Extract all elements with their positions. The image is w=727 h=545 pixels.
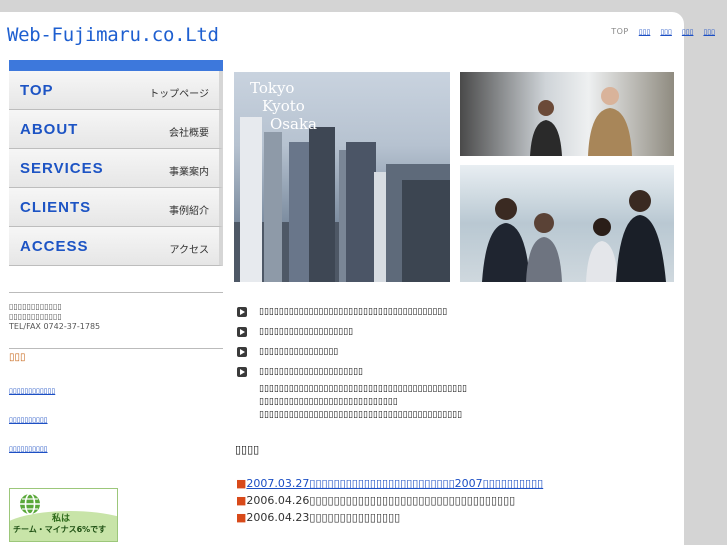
news-item: ■2006.04.26▯▯▯▯▯▯▯▯▯▯▯▯▯▯▯▯▯▯▯▯▯▯▯▯▯▯▯▯▯… (236, 492, 543, 509)
hero-city-photo: Tokyo Kyoto Osaka (234, 72, 450, 282)
menu-item-jp-label: トップページ (149, 89, 209, 100)
company-address: ▯▯▯▯▯▯▯▯▯▯▯▯ ▯▯▯▯▯▯▯▯▯▯▯▯ TEL/FAX 0742-3… (9, 292, 223, 332)
news-item[interactable]: ■2007.03.27▯▯▯▯▯▯▯▯▯▯▯▯▯▯▯▯▯▯▯▯▯▯▯▯2007▯… (236, 475, 543, 492)
play-arrow-icon (237, 347, 247, 357)
business-pair-graphic (530, 87, 632, 156)
topnav-link-1[interactable]: ▯▯▯ (639, 28, 651, 36)
news-date[interactable]: 2007.03.27 (246, 477, 309, 490)
menu-item-access[interactable]: ACCESS アクセス (9, 227, 223, 266)
news-item: ■2006.04.23▯▯▯▯▯▯▯▯▯▯▯▯▯▯▯ (236, 509, 543, 526)
news-date: 2006.04.26 (246, 494, 310, 507)
bullet-text: ▯▯▯▯▯▯▯▯▯▯▯▯▯▯▯▯▯▯▯▯▯▯▯▯▯▯▯▯▯▯▯▯▯▯▯▯▯▯ (259, 307, 448, 317)
side-menu: TOP トップページ ABOUT 会社概要 SERVICES 事業案内 CLIE… (9, 60, 223, 266)
menu-item-jp-label: 事例紹介 (169, 206, 209, 217)
paragraph-line: ▯▯▯▯▯▯▯▯▯▯▯▯▯▯▯▯▯▯▯▯▯▯▯▯▯▯▯▯ (259, 397, 398, 407)
play-arrow-icon (237, 327, 247, 337)
menu-item-services[interactable]: SERVICES 事業案内 (9, 149, 223, 188)
paragraph-line: ▯▯▯▯▯▯▯▯▯▯▯▯▯▯▯▯▯▯▯▯▯▯▯▯▯▯▯▯▯▯▯▯▯▯▯▯▯▯▯▯… (259, 384, 468, 394)
menu-item-en-label: SERVICES (20, 160, 104, 177)
news-marker-icon: ■ (236, 511, 247, 524)
bullet-text: ▯▯▯▯▯▯▯▯▯▯▯▯▯▯▯▯ (259, 347, 339, 357)
news-heading: ▯▯▯▯ (235, 443, 260, 456)
menu-item-en-label: TOP (20, 82, 54, 99)
menu-item-jp-label: 事業案内 (169, 167, 209, 178)
news-text: ▯▯▯▯▯▯▯▯▯▯▯▯▯▯▯ (309, 511, 401, 524)
side-section-title: ▯▯▯ (9, 348, 223, 363)
hero-caption-tokyo: Tokyo (250, 79, 295, 97)
menu-item-jp-label: アクセス (169, 245, 210, 256)
bullet-text: ▯▯▯▯▯▯▯▯▯▯▯▯▯▯▯▯▯▯▯▯▯ (259, 367, 364, 377)
menu-item-clients[interactable]: CLIENTS 事例紹介 (9, 188, 223, 227)
side-link-2[interactable]: ▯▯▯▯▯▯▯▯▯▯ (9, 416, 48, 424)
topnav-link-4[interactable]: ▯▯▯ (703, 28, 715, 36)
news-marker-icon: ■ (236, 494, 247, 507)
news-marker-icon: ■ (236, 477, 247, 490)
tel-fax: TEL/FAX 0742-37-1785 (9, 322, 101, 331)
banner-line-1: 私は (52, 514, 71, 524)
side-link-1[interactable]: ▯▯▯▯▯▯▯▯▯▯▯▯ (9, 387, 55, 395)
menu-item-top[interactable]: TOP トップページ (9, 71, 223, 110)
intro-paragraph: ▯▯▯▯▯▯▯▯▯▯▯▯▯▯▯▯▯▯▯▯▯▯▯▯▯▯▯▯▯▯▯▯▯▯▯▯▯▯▯▯… (259, 383, 467, 422)
news-text-link[interactable]: ▯▯▯▯▯▯▯▯▯▯▯▯▯▯▯▯▯▯▯▯▯▯▯▯2007▯▯▯▯▯▯▯▯▯▯ (309, 477, 543, 490)
business-people-photo-1 (460, 72, 674, 156)
hero-caption-osaka: Osaka (270, 115, 317, 133)
team-minus-6-banner[interactable]: 私は チーム・マイナス6%です (9, 488, 118, 542)
news-text: ▯▯▯▯▯▯▯▯▯▯▯▯▯▯▯▯▯▯▯▯▯▯▯▯▯▯▯▯▯▯▯▯▯▯ (309, 494, 516, 507)
address-line-1: ▯▯▯▯▯▯▯▯▯▯▯▯ (9, 302, 62, 311)
bullet-text: ▯▯▯▯▯▯▯▯▯▯▯▯▯▯▯▯▯▯▯ (259, 327, 354, 337)
top-navigation: TOP ▯▯▯ ▯▯▯ ▯▯▯ ▯▯▯ (611, 27, 715, 36)
topnav-link-2[interactable]: ▯▯▯ (660, 28, 672, 36)
topnav-link-3[interactable]: ▯▯▯ (682, 28, 694, 36)
business-people-photo-2 (460, 165, 674, 282)
news-date: 2006.04.23 (246, 511, 310, 524)
topnav-top-link[interactable]: TOP (611, 27, 629, 36)
news-list: ■2007.03.27▯▯▯▯▯▯▯▯▯▯▯▯▯▯▯▯▯▯▯▯▯▯▯▯2007▯… (236, 475, 543, 526)
menu-item-en-label: CLIENTS (20, 199, 92, 216)
hero-caption-kyoto: Kyoto (262, 97, 305, 115)
menu-top-bar (9, 60, 223, 71)
business-group-graphic (482, 190, 666, 282)
banner-line-2: チーム・マイナス6%です (13, 525, 107, 534)
menu-item-jp-label: 会社概要 (169, 128, 209, 139)
globe-icon (20, 493, 40, 515)
menu-item-en-label: ABOUT (20, 121, 79, 138)
site-logo[interactable]: Web-Fujimaru.co.Ltd (7, 24, 219, 46)
side-link-3[interactable]: ▯▯▯▯▯▯▯▯▯▯ (9, 445, 48, 453)
menu-item-about[interactable]: ABOUT 会社概要 (9, 110, 223, 149)
menu-item-en-label: ACCESS (20, 238, 89, 255)
paragraph-line: ▯▯▯▯▯▯▯▯▯▯▯▯▯▯▯▯▯▯▯▯▯▯▯▯▯▯▯▯▯▯▯▯▯▯▯▯▯▯▯▯… (259, 410, 463, 420)
address-line-2: ▯▯▯▯▯▯▯▯▯▯▯▯ (9, 312, 62, 321)
play-arrow-icon (237, 307, 247, 317)
play-arrow-icon (237, 367, 247, 377)
